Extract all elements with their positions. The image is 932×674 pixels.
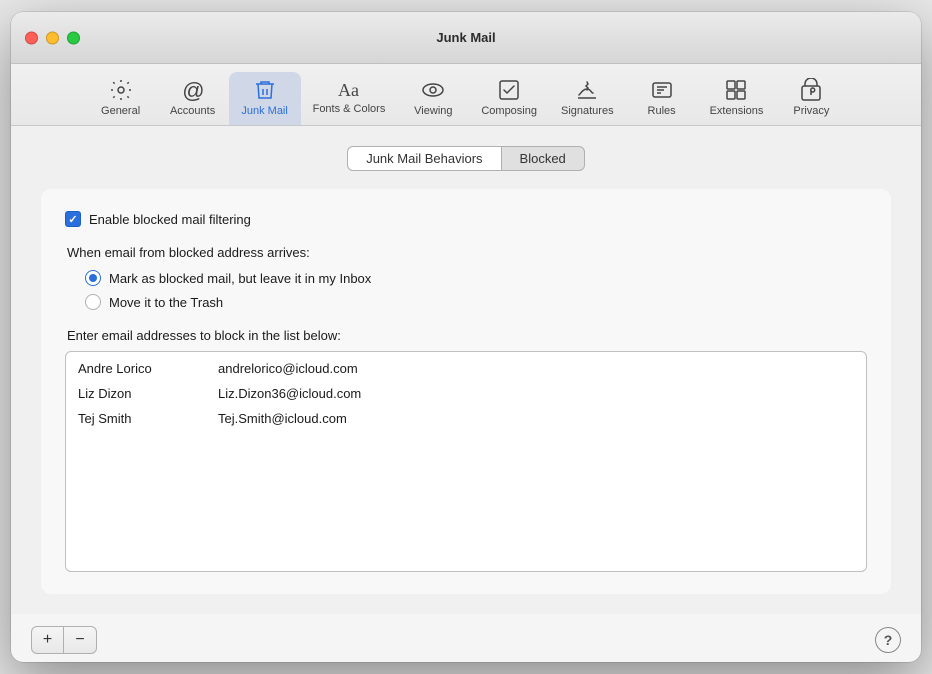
email-addr-2: Liz.Dizon36@icloud.com [218, 386, 361, 401]
accounts-label: Accounts [170, 105, 215, 117]
enable-filter-row: Enable blocked mail filtering [65, 211, 867, 227]
seg-junk-mail-behaviors[interactable]: Junk Mail Behaviors [347, 146, 500, 171]
general-icon [109, 78, 133, 102]
tab-viewing[interactable]: Viewing [397, 72, 469, 125]
titlebar: Junk Mail [11, 12, 921, 64]
bottom-bar: + − ? [11, 614, 921, 662]
tab-accounts[interactable]: @ Accounts [157, 72, 229, 125]
radio-group: Mark as blocked mail, but leave it in my… [85, 270, 867, 310]
email-name-2: Liz Dizon [78, 386, 218, 401]
main-window: Junk Mail General @ Accounts [11, 12, 921, 662]
table-row: Andre Lorico andrelorico@icloud.com [66, 356, 866, 381]
settings-panel: Enable blocked mail filtering When email… [41, 189, 891, 594]
radio-move-trash-label: Move it to the Trash [109, 295, 223, 310]
extensions-label: Extensions [710, 105, 764, 117]
composing-icon [497, 78, 521, 102]
tab-signatures[interactable]: Signatures [549, 72, 626, 125]
junk-mail-label: Junk Mail [241, 105, 287, 117]
help-button[interactable]: ? [875, 627, 901, 653]
toolbar: General @ Accounts Junk Mail [11, 64, 921, 126]
add-remove-group: + − [31, 626, 97, 654]
content-area: Junk Mail Behaviors Blocked Enable block… [11, 126, 921, 614]
fonts-icon: Aa [336, 78, 362, 100]
table-row: Tej Smith Tej.Smith@icloud.com [66, 406, 866, 431]
extensions-icon [724, 78, 748, 102]
when-email-description: When email from blocked address arrives: [67, 245, 867, 260]
junk-mail-icon [253, 78, 277, 102]
tab-composing[interactable]: Composing [469, 72, 549, 125]
window-controls [25, 31, 80, 44]
email-list-inner: Andre Lorico andrelorico@icloud.com Liz … [66, 352, 866, 435]
accounts-icon: @ [181, 78, 205, 102]
viewing-icon [421, 78, 445, 102]
tab-general[interactable]: General [85, 72, 157, 125]
svg-text:@: @ [181, 78, 203, 102]
radio-mark-blocked[interactable] [85, 270, 101, 286]
fonts-label: Fonts & Colors [313, 103, 386, 115]
add-button[interactable]: + [32, 627, 64, 653]
seg-blocked[interactable]: Blocked [501, 146, 585, 171]
list-description: Enter email addresses to block in the li… [67, 328, 867, 343]
radio-row-2: Move it to the Trash [85, 294, 867, 310]
email-list[interactable]: Andre Lorico andrelorico@icloud.com Liz … [65, 351, 867, 572]
tab-junk-mail[interactable]: Junk Mail [229, 72, 301, 125]
window-title: Junk Mail [436, 30, 495, 45]
email-name-1: Andre Lorico [78, 361, 218, 376]
rules-icon [650, 78, 674, 102]
privacy-label: Privacy [793, 105, 829, 117]
radio-mark-blocked-label: Mark as blocked mail, but leave it in my… [109, 271, 371, 286]
tab-privacy[interactable]: Privacy [775, 72, 847, 125]
signatures-icon [575, 78, 599, 102]
segmented-control: Junk Mail Behaviors Blocked [41, 146, 891, 171]
enable-filter-checkbox[interactable] [65, 211, 81, 227]
enable-filter-label: Enable blocked mail filtering [89, 212, 251, 227]
radio-move-trash[interactable] [85, 294, 101, 310]
email-addr-1: andrelorico@icloud.com [218, 361, 358, 376]
svg-text:Aa: Aa [338, 80, 359, 100]
general-label: General [101, 105, 140, 117]
email-addr-3: Tej.Smith@icloud.com [218, 411, 347, 426]
signatures-label: Signatures [561, 105, 614, 117]
remove-button[interactable]: − [64, 627, 96, 653]
composing-label: Composing [481, 105, 537, 117]
table-row: Liz Dizon Liz.Dizon36@icloud.com [66, 381, 866, 406]
privacy-icon [799, 78, 823, 102]
tab-fonts-colors[interactable]: Aa Fonts & Colors [301, 72, 398, 125]
tab-extensions[interactable]: Extensions [698, 72, 776, 125]
email-name-3: Tej Smith [78, 411, 218, 426]
rules-label: Rules [648, 105, 676, 117]
tab-rules[interactable]: Rules [626, 72, 698, 125]
maximize-button[interactable] [67, 31, 80, 44]
radio-row-1: Mark as blocked mail, but leave it in my… [85, 270, 867, 286]
minimize-button[interactable] [46, 31, 59, 44]
viewing-label: Viewing [414, 105, 452, 117]
close-button[interactable] [25, 31, 38, 44]
